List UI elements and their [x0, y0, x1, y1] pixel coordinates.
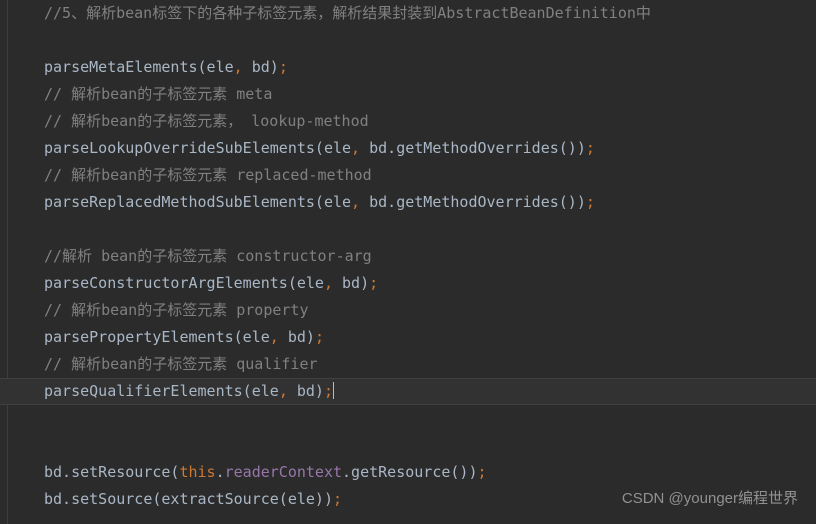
code-token: ; — [477, 463, 487, 481]
code-line[interactable]: parsePropertyElements(ele, bd); — [0, 324, 816, 351]
code-line[interactable]: //5、解析bean标签下的各种子标签元素，解析结果封装到AbstractBea… — [0, 0, 816, 27]
code-token: bd) — [278, 328, 315, 346]
code-token: // 解析bean的子标签元素， lookup-method — [44, 112, 369, 130]
code-token: bd.getMethodOverrides()) — [360, 193, 586, 211]
code-token: //解析 bean的子标签元素 constructor-arg — [44, 247, 372, 265]
code-token: , — [233, 58, 243, 76]
code-token: parseQualifierElements(ele — [44, 382, 279, 400]
code-token: parseConstructorArgElements(ele — [44, 274, 324, 292]
code-token: ; — [332, 490, 343, 508]
code-token: , — [269, 328, 279, 346]
code-line[interactable]: // 解析bean的子标签元素 replaced-method — [0, 162, 816, 189]
code-token: , — [323, 274, 333, 292]
code-token: // 解析bean的子标签元素 property — [44, 301, 309, 319]
code-line[interactable]: // 解析bean的子标签元素， lookup-method — [0, 108, 816, 135]
code-line[interactable]: // 解析bean的子标签元素 meta — [0, 81, 816, 108]
code-editor-screenshot: //5、解析bean标签下的各种子标签元素，解析结果封装到AbstractBea… — [0, 0, 816, 524]
code-token: bd.getMethodOverrides()) — [360, 139, 586, 157]
code-token: bd.setResource( — [44, 463, 180, 481]
text-cursor — [333, 382, 334, 399]
code-line-current[interactable]: parseQualifierElements(ele, bd); — [0, 378, 816, 405]
code-token: bd.setSource(extractSource(ele)) — [44, 490, 333, 508]
code-token: parseReplacedMethodSubElements(ele — [44, 193, 352, 211]
code-line[interactable]: bd.setResource(this.readerContext.getRes… — [0, 459, 816, 486]
code-token: parseMetaElements(ele — [44, 58, 234, 76]
code-token: . — [215, 463, 225, 481]
code-token: bd) — [242, 58, 279, 76]
code-token: bd) — [333, 274, 370, 292]
code-line[interactable] — [0, 216, 816, 243]
code-line[interactable] — [0, 432, 816, 459]
code-line[interactable]: // 解析bean的子标签元素 property — [0, 297, 816, 324]
code-token: , — [351, 139, 361, 157]
code-line[interactable]: parseReplacedMethodSubElements(ele, bd.g… — [0, 189, 816, 216]
code-editor-content[interactable]: //5、解析bean标签下的各种子标签元素，解析结果封装到AbstractBea… — [0, 0, 816, 524]
code-token: ; — [278, 58, 288, 76]
code-token: ; — [323, 382, 333, 400]
code-line[interactable]: parseConstructorArgElements(ele, bd); — [0, 270, 816, 297]
code-line[interactable]: parseMetaElements(ele, bd); — [0, 54, 816, 81]
code-token: //5、解析bean标签下的各种子标签元素，解析结果封装到AbstractBea… — [44, 4, 651, 22]
code-token: parsePropertyElements(ele — [44, 328, 270, 346]
code-line[interactable]: parseLookupOverrideSubElements(ele, bd.g… — [0, 135, 816, 162]
code-line[interactable]: //解析 bean的子标签元素 constructor-arg — [0, 243, 816, 270]
code-token: // 解析bean的子标签元素 qualifier — [44, 355, 318, 373]
code-token: ; — [585, 193, 595, 211]
code-token: ; — [314, 328, 324, 346]
code-token: // 解析bean的子标签元素 replaced-method — [44, 166, 372, 184]
code-token: .getResource()) — [342, 463, 478, 481]
code-token: , — [278, 382, 288, 400]
code-token: ; — [369, 274, 379, 292]
csdn-watermark: CSDN @younger编程世界 — [621, 490, 798, 507]
code-token: // 解析bean的子标签元素 meta — [44, 85, 273, 103]
code-token: , — [351, 193, 361, 211]
code-line[interactable] — [0, 27, 816, 54]
code-token: ; — [585, 139, 595, 157]
code-line[interactable]: // 解析bean的子标签元素 qualifier — [0, 351, 816, 378]
code-token: parseLookupOverrideSubElements(ele — [44, 139, 352, 157]
code-token: readerContext — [224, 463, 343, 481]
code-token: bd) — [287, 382, 324, 400]
code-token: this — [179, 463, 216, 481]
code-line[interactable] — [0, 405, 816, 432]
